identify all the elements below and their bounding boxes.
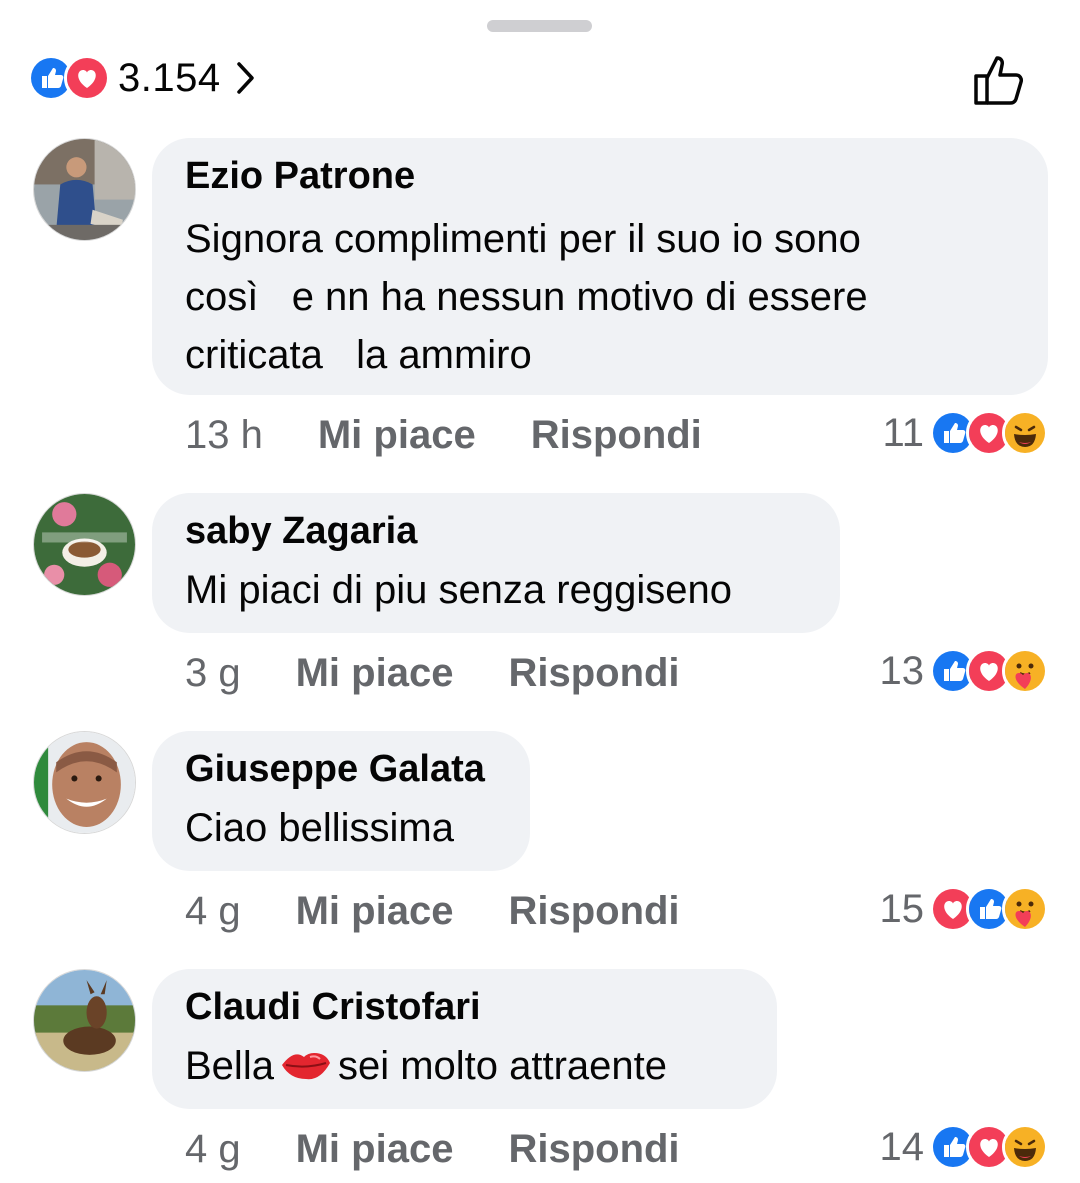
sheet-drag-handle[interactable] [487,20,592,32]
avatar[interactable] [33,969,136,1072]
comment-actions: 13 h Mi piace Rispondi [185,410,702,460]
reaction-count: 15 [879,886,925,931]
comment-time[interactable]: 13 h [185,413,263,458]
haha-icon [1002,1124,1048,1170]
kiss-lips-icon [281,1053,330,1080]
care-icon [1002,648,1048,694]
haha-icon [1002,410,1048,456]
comment-time[interactable]: 4 g [185,889,241,934]
avatar[interactable] [33,138,136,241]
comment-reactions[interactable]: 15 [879,884,1048,934]
comments-sheet: 3.154 Ezio Patrone Signora complimenti p… [0,0,1080,1183]
comment-actions: 4 g Mi piace Rispondi [185,886,680,936]
reaction-count: 11 [882,410,924,455]
comment-time[interactable]: 3 g [185,651,241,696]
care-icon [1002,886,1048,932]
comment-text-before: Bella [185,1044,274,1088]
comment-author[interactable]: Claudi Cristofari [185,985,745,1029]
comment-author[interactable]: Ezio Patrone [185,154,1016,198]
comment-actions: 3 g Mi piace Rispondi [185,648,680,698]
comment-reactions[interactable]: 14 [879,1122,1048,1172]
avatar[interactable] [33,731,136,834]
reply-button[interactable]: Rispondi [531,413,702,458]
avatar[interactable] [33,493,136,596]
like-button[interactable]: Mi piace [296,1127,454,1172]
comment-text: Signora complimenti per il suo io sono c… [185,217,868,377]
comment-time[interactable]: 4 g [185,1127,241,1172]
like-button[interactable]: Mi piace [296,651,454,696]
comment-reactions[interactable]: 13 [879,646,1048,696]
reaction-count: 13 [879,648,925,693]
comment-bubble[interactable]: Ezio Patrone Signora complimenti per il … [152,138,1048,395]
comment-text: Ciao bellissima [185,806,454,850]
reply-button[interactable]: Rispondi [508,889,679,934]
reply-button[interactable]: Rispondi [508,651,679,696]
comment-text: Bella sei molto attraente [185,1037,745,1095]
comment-text-after: sei molto attraente [337,1044,668,1088]
like-button[interactable]: Mi piace [318,413,476,458]
love-icon [64,55,110,101]
like-button[interactable]: Mi piace [296,889,454,934]
reaction-count: 14 [879,1124,925,1169]
total-reaction-count[interactable]: 3.154 [118,56,221,101]
comment-bubble[interactable]: saby Zagaria Mi piaci di piu senza reggi… [152,493,840,633]
comment-bubble[interactable]: Claudi Cristofari Bella sei molto attraen… [152,969,777,1109]
reaction-icons [28,55,110,101]
comment-author[interactable]: saby Zagaria [185,509,808,553]
comment-actions: 4 g Mi piace Rispondi [185,1124,680,1174]
thumbs-up-icon[interactable] [970,52,1030,108]
comment-text: Mi piaci di piu senza reggiseno [185,568,732,612]
reactions-summary[interactable]: 3.154 [28,50,257,106]
reply-button[interactable]: Rispondi [508,1127,679,1172]
comment-reactions[interactable]: 11 [882,408,1048,458]
comment-author[interactable]: Giuseppe Galata [185,747,498,791]
comment-bubble[interactable]: Giuseppe Galata Ciao bellissima [152,731,530,871]
chevron-right-icon[interactable] [235,60,257,96]
